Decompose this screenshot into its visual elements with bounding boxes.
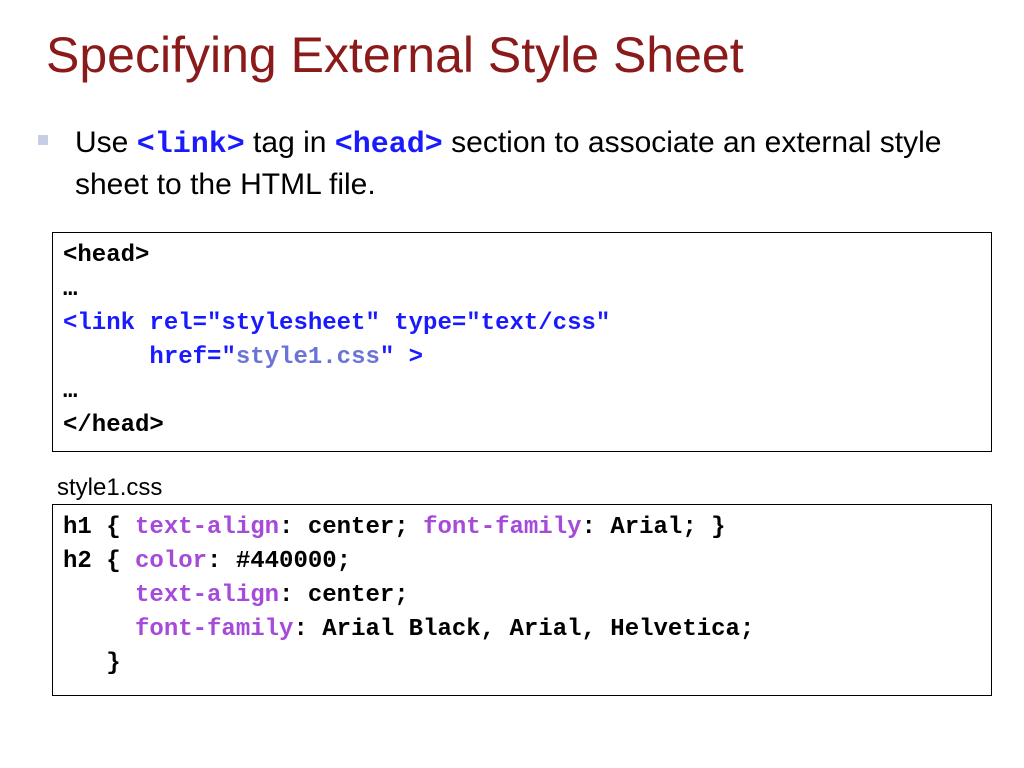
code-line-close: } [63, 650, 121, 677]
code-line: … [63, 276, 78, 303]
bullet-mid: tag in [244, 126, 335, 159]
code-line: text-align: center; [63, 579, 991, 613]
css-property: font-family [423, 514, 582, 541]
bullet-text: Use <link> tag in <head> section to asso… [75, 123, 995, 205]
code-line-h1: h1 { text-align: center; font-family: Ar… [63, 511, 991, 545]
css-value: : center; [279, 582, 409, 609]
code-line-h2: h2 { color: #440000; [63, 545, 991, 579]
css-value: : Arial; } [581, 514, 726, 541]
code-line-link: <link rel="stylesheet" type="text/css" [63, 310, 611, 337]
css-file-caption: style1.css [57, 474, 163, 501]
code-line: <head> [63, 242, 150, 269]
css-code-box: h1 { text-align: center; font-family: Ar… [52, 504, 992, 696]
html-code-box: <head> … <link rel="stylesheet" type="te… [52, 232, 992, 452]
css-property: color [135, 548, 208, 575]
href-end: " > [379, 344, 424, 371]
selector-h2: h2 { [63, 548, 136, 575]
css-property: font-family [135, 616, 294, 643]
link-tag-code: <link> [136, 128, 245, 162]
head-tag-code: <head> [334, 128, 443, 162]
bullet-square-icon [38, 135, 48, 145]
css-value: : Arial Black, Arial, Helvetica; [293, 616, 755, 643]
css-value: : center; [279, 514, 424, 541]
code-line: font-family: Arial Black, Arial, Helveti… [63, 613, 991, 647]
css-property: text-align [135, 582, 280, 609]
href-value: style1.css [235, 344, 380, 371]
bullet-prefix: Use [75, 126, 137, 159]
href-quote-open: " [221, 344, 236, 371]
href-attr: href= [63, 344, 222, 371]
selector-h1: h1 { [63, 514, 136, 541]
code-line: </head> [63, 412, 164, 439]
code-line-href: href="style1.css" > [63, 341, 991, 375]
css-property: text-align [135, 514, 280, 541]
code-line: … [63, 378, 78, 405]
slide-title: Specifying External Style Sheet [46, 27, 744, 83]
css-value: : #440000; [207, 548, 352, 575]
